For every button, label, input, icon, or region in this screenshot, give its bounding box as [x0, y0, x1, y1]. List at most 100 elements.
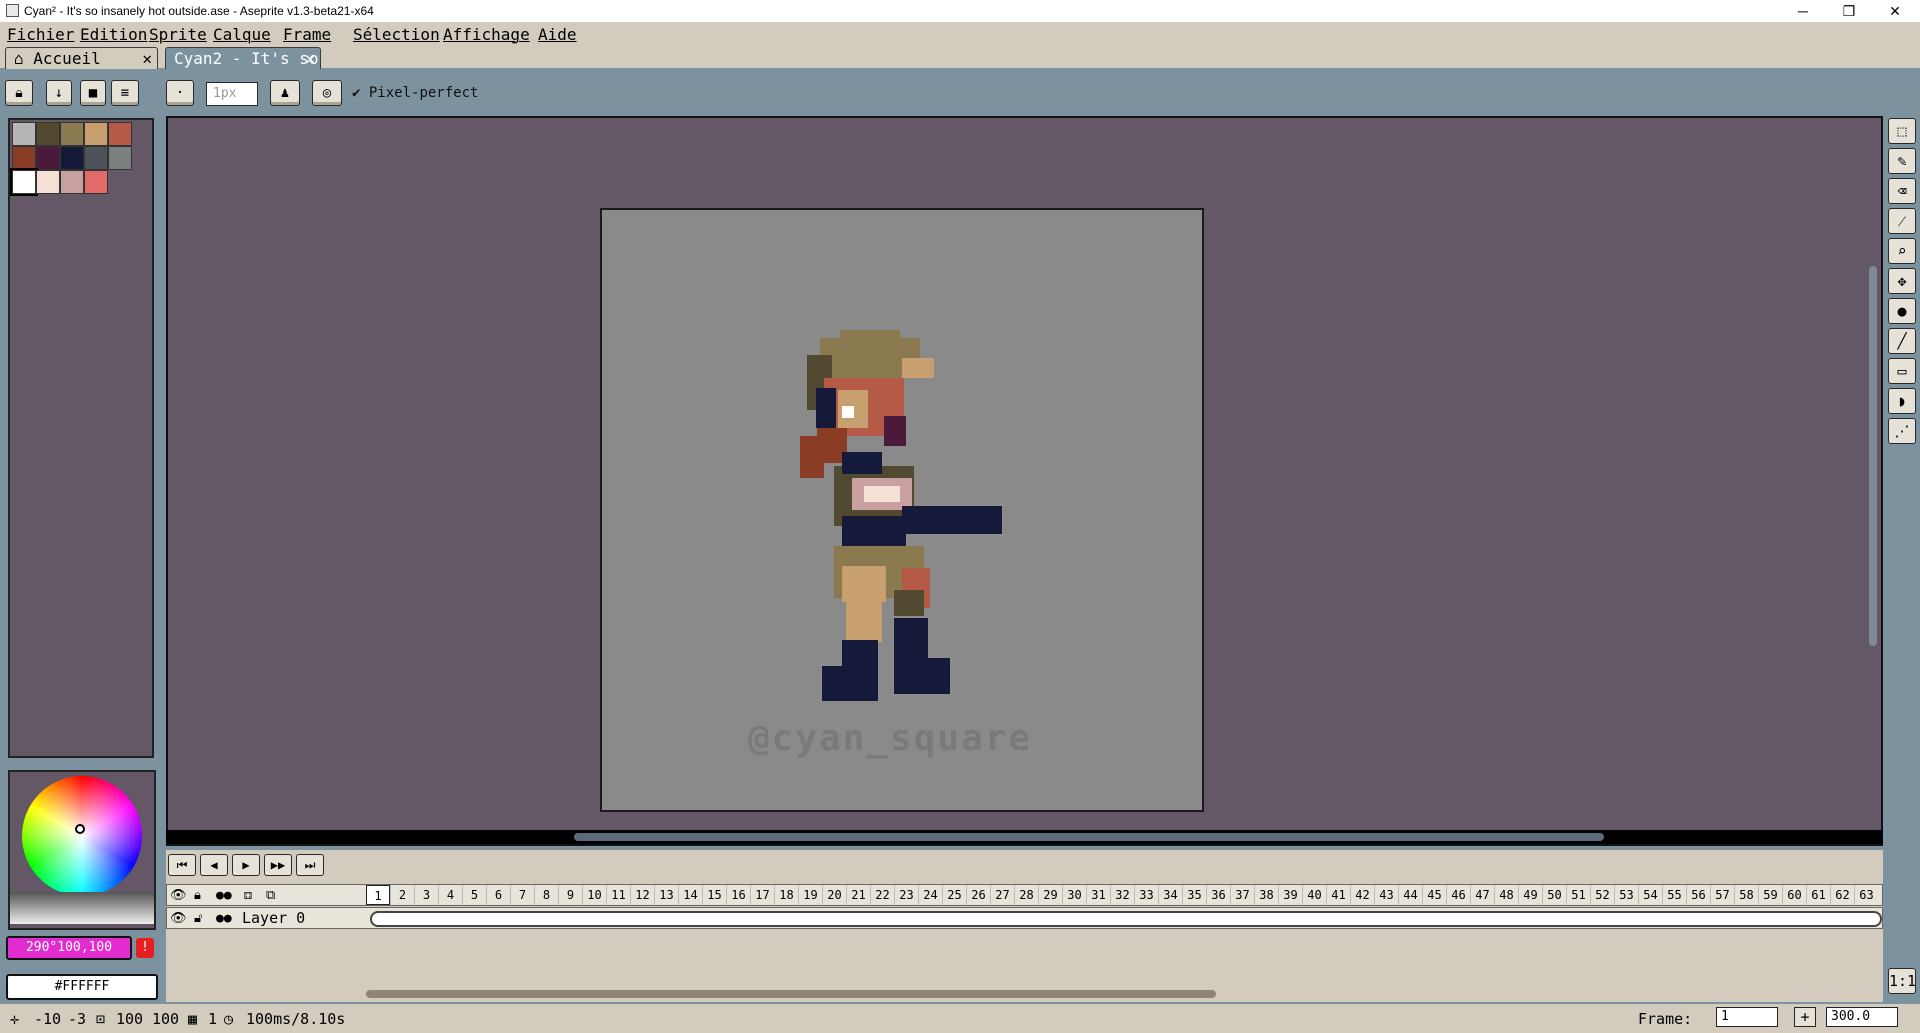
- palette-swatch[interactable]: [84, 122, 108, 146]
- palette-swatch[interactable]: [84, 146, 108, 170]
- menu-frame[interactable]: Frame: [283, 25, 331, 44]
- frame-number-cell[interactable]: 15: [702, 885, 726, 905]
- visibility-header-icon[interactable]: 👁︎: [170, 888, 187, 903]
- ink-icon[interactable]: ♟: [270, 80, 300, 106]
- menu-fichier[interactable]: Fichier: [7, 25, 74, 44]
- first-frame-button[interactable]: ⏮: [168, 854, 196, 876]
- frame-number-cell[interactable]: 5: [462, 885, 486, 905]
- close-tab-icon[interactable]: ✕: [142, 48, 152, 70]
- layer-lock-icon[interactable]: 🔓︎: [194, 911, 202, 926]
- frame-number-cell[interactable]: 29: [1038, 885, 1062, 905]
- frame-number-cell[interactable]: 32: [1110, 885, 1134, 905]
- frame-number-cell[interactable]: 24: [918, 885, 942, 905]
- eraser-tool-icon[interactable]: ⌫: [1888, 178, 1916, 204]
- shade-bar[interactable]: [10, 892, 154, 924]
- zoom-tool-icon[interactable]: ⌕: [1888, 238, 1916, 264]
- palette-swatch[interactable]: [36, 122, 60, 146]
- frame-number-cell[interactable]: 48: [1494, 885, 1518, 905]
- layer-name[interactable]: Layer 0: [242, 909, 305, 927]
- frame-number-cell[interactable]: 43: [1374, 885, 1398, 905]
- frame-number-cell[interactable]: 16: [726, 885, 750, 905]
- menu-aide[interactable]: Aide: [538, 25, 577, 44]
- frame-number-cell[interactable]: 44: [1398, 885, 1422, 905]
- frame-number-cell[interactable]: 35: [1182, 885, 1206, 905]
- frame-number-cell[interactable]: 63: [1854, 885, 1878, 905]
- move-tool-icon[interactable]: ✥: [1888, 268, 1916, 294]
- lock-icon[interactable]: 🔒︎: [5, 80, 33, 106]
- minimize-button[interactable]: ─: [1780, 0, 1826, 22]
- frame-number-cell[interactable]: 12: [630, 885, 654, 905]
- frame-number-cell[interactable]: 9: [558, 885, 582, 905]
- frame-number-cell[interactable]: 42: [1350, 885, 1374, 905]
- frame-number-cell[interactable]: 36: [1206, 885, 1230, 905]
- onion-skin-icon[interactable]: ⧉: [266, 888, 275, 903]
- frame-number-cell[interactable]: 1: [366, 885, 390, 905]
- add-frame-button[interactable]: +: [1794, 1007, 1816, 1027]
- frame-number-cell[interactable]: 4: [438, 885, 462, 905]
- frame-number-cell[interactable]: 50: [1542, 885, 1566, 905]
- frame-number-cell[interactable]: 34: [1158, 885, 1182, 905]
- frame-number-cell[interactable]: 25: [942, 885, 966, 905]
- frame-number-cell[interactable]: 53: [1614, 885, 1638, 905]
- maximize-button[interactable]: ❐: [1826, 0, 1872, 22]
- frame-number-cell[interactable]: 19: [798, 885, 822, 905]
- frame-number-cell[interactable]: 52: [1590, 885, 1614, 905]
- fill-tool-icon[interactable]: ●: [1888, 298, 1916, 324]
- frame-number-cell[interactable]: 45: [1422, 885, 1446, 905]
- frame-number-cell[interactable]: 31: [1086, 885, 1110, 905]
- lock-header-icon[interactable]: 🔒︎: [194, 888, 201, 903]
- palette-swatch[interactable]: [60, 170, 84, 194]
- background-color[interactable]: #FFFFFF: [6, 974, 158, 1000]
- cel-strip[interactable]: [370, 911, 1882, 927]
- frame-number-cell[interactable]: 56: [1686, 885, 1710, 905]
- stop-icon[interactable]: ■: [80, 80, 106, 106]
- horizontal-scrollbar[interactable]: [574, 833, 1604, 841]
- palette-swatch[interactable]: [60, 146, 84, 170]
- frame-number-cell[interactable]: 49: [1518, 885, 1542, 905]
- frame-number-cell[interactable]: 17: [750, 885, 774, 905]
- frame-number-cell[interactable]: 33: [1134, 885, 1158, 905]
- frame-number-cell[interactable]: 60: [1782, 885, 1806, 905]
- continuous-header-icon[interactable]: ●●: [216, 888, 232, 903]
- timeline-scrollbar[interactable]: [366, 990, 1216, 998]
- frame-number-cell[interactable]: 41: [1326, 885, 1350, 905]
- frame-number-cell[interactable]: 62: [1830, 885, 1854, 905]
- close-button[interactable]: ✕: [1872, 0, 1918, 22]
- frame-number-cell[interactable]: 38: [1254, 885, 1278, 905]
- palette-swatch[interactable]: [108, 122, 132, 146]
- palette-swatch[interactable]: [12, 146, 36, 170]
- arrow-down-icon[interactable]: ↓: [46, 80, 72, 106]
- frame-number-cell[interactable]: 61: [1806, 885, 1830, 905]
- frame-number-cell[interactable]: 11: [606, 885, 630, 905]
- frame-number-cell[interactable]: 30: [1062, 885, 1086, 905]
- frame-number-cell[interactable]: 40: [1302, 885, 1326, 905]
- frame-number-cell[interactable]: 28: [1014, 885, 1038, 905]
- frame-number-cell[interactable]: 7: [510, 885, 534, 905]
- frame-number-cell[interactable]: 27: [990, 885, 1014, 905]
- tab-cyan2[interactable]: Cyan2 - It's so ✕: [165, 47, 321, 69]
- brush-size-input[interactable]: 1px: [206, 82, 258, 106]
- menu-sprite[interactable]: Sprite: [149, 25, 207, 44]
- frame-number-cell[interactable]: 22: [870, 885, 894, 905]
- close-tab-icon[interactable]: ✕: [305, 48, 315, 70]
- frame-number-cell[interactable]: 2: [390, 885, 414, 905]
- warning-icon[interactable]: !: [136, 938, 154, 958]
- frame-number-cell[interactable]: 10: [582, 885, 606, 905]
- palette-swatch[interactable]: [60, 122, 84, 146]
- layer-continuous-icon[interactable]: ●●: [216, 911, 232, 926]
- frame-number-cell[interactable]: 23: [894, 885, 918, 905]
- frame-number-cell[interactable]: 55: [1662, 885, 1686, 905]
- menu-edition[interactable]: Edition: [80, 25, 147, 44]
- brush-type-icon[interactable]: ·: [166, 80, 194, 106]
- blur-tool-icon[interactable]: ⋰: [1888, 418, 1916, 444]
- frame-number-cell[interactable]: 14: [678, 885, 702, 905]
- frame-number-cell[interactable]: 26: [966, 885, 990, 905]
- palette-swatch[interactable]: [108, 146, 132, 170]
- palette-swatch[interactable]: [10, 168, 38, 196]
- frame-number-cell[interactable]: 6: [486, 885, 510, 905]
- frame-number-cell[interactable]: 54: [1638, 885, 1662, 905]
- frame-number-cell[interactable]: 59: [1758, 885, 1782, 905]
- frame-number-cell[interactable]: 51: [1566, 885, 1590, 905]
- frame-number-cell[interactable]: 39: [1278, 885, 1302, 905]
- prev-frame-button[interactable]: ◀: [200, 854, 228, 876]
